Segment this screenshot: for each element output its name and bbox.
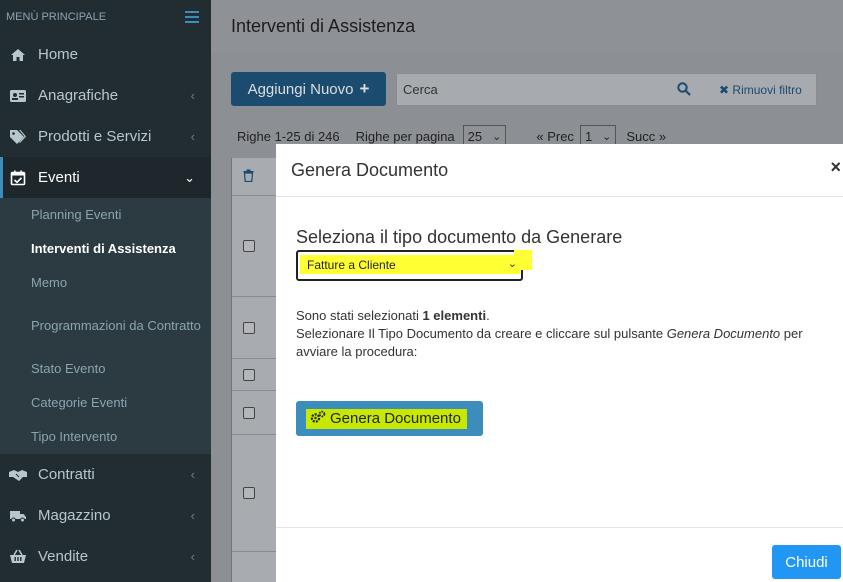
chevron-down-icon: ⌄ — [507, 258, 517, 270]
chevron-left-icon: ‹ — [190, 129, 195, 144]
document-type-value: Fatture a Cliente — [307, 258, 396, 272]
info-text: Selezionare Il Tipo Documento da creare … — [296, 326, 667, 341]
sidebar-item-label: Home — [38, 46, 79, 63]
menu-toggle-icon[interactable] — [185, 11, 199, 23]
document-type-label: Seleziona il tipo documento da Generare — [296, 227, 623, 247]
sidebar-item-anagrafiche[interactable]: Anagrafiche ‹ — [0, 75, 211, 116]
modal-title: Genera Documento — [291, 159, 449, 180]
document-type-select[interactable]: Fatture a Cliente ⌄ — [296, 250, 532, 281]
search-input[interactable]: Cerca ✖ Rimuovi filtro — [396, 73, 817, 106]
modal-footer: Chiudi — [276, 527, 843, 582]
generate-document-button[interactable]: Genera Documento — [296, 401, 483, 436]
add-new-button[interactable]: Aggiungi Nuovo + — [231, 72, 386, 106]
info-text: . — [486, 308, 490, 323]
calendar-check-icon — [8, 169, 28, 187]
prev-page-link[interactable]: « Prec — [536, 129, 574, 144]
table-row — [232, 435, 281, 552]
home-icon — [8, 46, 28, 64]
instruction-line: Selezionare Il Tipo Documento da creare … — [296, 325, 823, 361]
basket-icon — [8, 548, 28, 566]
rows-per-page-label: Righe per pagina — [355, 128, 455, 144]
info-count: 1 elementi — [422, 308, 487, 323]
table-header-row — [232, 158, 281, 196]
submenu-item-tipo-intervento[interactable]: Tipo Intervento — [0, 420, 211, 454]
plus-icon: + — [359, 79, 370, 98]
row-checkbox[interactable] — [243, 321, 255, 334]
chevron-down-icon: ⌄ — [184, 170, 195, 185]
sidebar-item-vendite[interactable]: Vendite ‹ — [0, 536, 211, 577]
search-placeholder: Cerca — [403, 82, 438, 97]
table-row — [232, 297, 281, 359]
rows-info: Righe 1-25 di 246 — [237, 128, 340, 144]
table-row — [232, 196, 281, 297]
chevron-left-icon: ‹ — [190, 88, 195, 103]
page-value: 1 — [584, 128, 593, 144]
trash-icon[interactable] — [243, 169, 254, 185]
next-page-link[interactable]: Succ » — [626, 129, 666, 144]
toolbar: Aggiungi Nuovo + — [231, 72, 386, 106]
submenu-item-planning[interactable]: Planning Eventi — [0, 198, 211, 232]
search-icon[interactable] — [677, 82, 691, 99]
table-row — [232, 391, 281, 435]
add-new-label: Aggiungi Nuovo — [247, 80, 354, 98]
row-checkbox[interactable] — [243, 368, 255, 381]
submenu-item-memo[interactable]: Memo — [0, 266, 211, 300]
submenu-item-programmazioni[interactable]: Programmazioni da Contratto — [0, 300, 211, 352]
sidebar: MENÙ PRINCIPALE Home Anagrafiche ‹ Prodo… — [0, 0, 211, 582]
submenu-item-categorie[interactable]: Categorie Eventi — [0, 386, 211, 420]
close-button[interactable]: Chiudi — [772, 545, 841, 579]
row-checkbox[interactable] — [243, 487, 255, 499]
generate-label: Genera Documento — [330, 410, 461, 427]
data-table — [231, 158, 281, 582]
handshake-icon — [8, 466, 28, 484]
page-title: Interventi di Assistenza — [211, 0, 843, 52]
sidebar-item-contratti[interactable]: Contratti ‹ — [0, 454, 211, 495]
sidebar-item-label: Prodotti e Servizi — [38, 128, 152, 145]
close-icon: ✖ — [719, 83, 730, 97]
sidebar-item-label: Vendite — [38, 548, 89, 565]
rows-per-page-value: 25 — [467, 128, 483, 144]
info-text: Sono stati selezionati — [296, 308, 423, 323]
sidebar-item-label: Magazzino — [38, 507, 111, 524]
remove-filter-label: Rimuovi filtro — [732, 83, 802, 97]
modal-header: Genera Documento × — [276, 144, 843, 197]
tags-icon — [8, 128, 28, 146]
sidebar-item-eventi[interactable]: Eventi ⌄ — [0, 157, 211, 198]
chevron-left-icon: ‹ — [190, 467, 195, 482]
selection-count-line: Sono stati selezionati 1 elementi. — [296, 307, 823, 325]
sidebar-item-magazzino[interactable]: Magazzino ‹ — [0, 495, 211, 536]
chevron-down-icon: ⌄ — [492, 130, 502, 143]
sidebar-item-home[interactable]: Home — [0, 34, 211, 75]
info-emphasis: Genera Documento — [666, 326, 781, 341]
truck-icon — [8, 507, 28, 525]
modal-body: Seleziona il tipo documento da Generare … — [276, 197, 843, 436]
remove-filter-button[interactable]: ✖ Rimuovi filtro — [719, 83, 802, 97]
sidebar-item-label: Eventi — [38, 169, 80, 186]
row-checkbox[interactable] — [243, 406, 255, 419]
id-card-icon — [8, 87, 28, 105]
table-row — [232, 359, 281, 391]
chevron-down-icon: ⌄ — [602, 130, 612, 143]
sidebar-header: MENÙ PRINCIPALE — [0, 0, 211, 34]
submenu-item-stato-evento[interactable]: Stato Evento — [0, 352, 211, 386]
close-icon[interactable]: × — [830, 157, 841, 178]
eventi-submenu: Planning Eventi Interventi di Assistenza… — [0, 198, 211, 454]
generate-document-modal: Genera Documento × Seleziona il tipo doc… — [276, 144, 843, 582]
sidebar-title: MENÙ PRINCIPALE — [6, 11, 107, 23]
chevron-left-icon: ‹ — [190, 508, 195, 523]
chevron-left-icon: ‹ — [190, 549, 195, 564]
generate-highlight: Genera Documento — [306, 408, 467, 429]
sidebar-item-label: Contratti — [38, 466, 95, 483]
submenu-item-interventi[interactable]: Interventi di Assistenza — [0, 232, 211, 266]
gears-icon — [310, 410, 326, 428]
selection-info: Sono stati selezionati 1 elementi. Selez… — [296, 307, 823, 361]
sidebar-item-label: Anagrafiche — [38, 87, 119, 104]
row-checkbox[interactable] — [243, 240, 255, 252]
sidebar-item-prodotti[interactable]: Prodotti e Servizi ‹ — [0, 116, 211, 157]
